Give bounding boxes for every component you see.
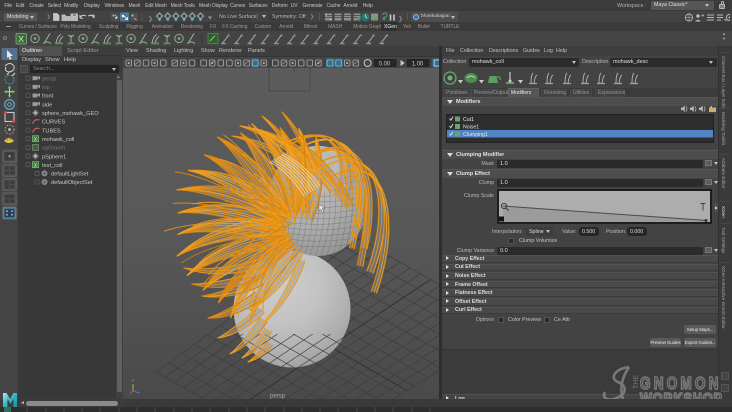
svg-text:side: side — [42, 102, 52, 108]
svg-text:pSphere1: pSphere1 — [42, 154, 66, 160]
svg-text:persp: persp — [42, 76, 56, 82]
svg-text:mohawk_coll: mohawk_coll — [42, 137, 74, 143]
svg-text:CURVES: CURVES — [42, 120, 65, 126]
svg-text:front: front — [42, 94, 54, 100]
svg-text:TUBES: TUBES — [42, 128, 61, 134]
svg-text:defaultLightSet: defaultLightSet — [51, 172, 89, 178]
svg-text:Noise1: Noise1 — [463, 125, 479, 131]
svg-text:THE: THE — [633, 375, 640, 389]
svg-text:test_coll: test_coll — [42, 163, 63, 169]
svg-text:sphere_mohawk_GEO: sphere_mohawk_GEO — [42, 111, 99, 117]
svg-text:defaultObjectSet: defaultObjectSet — [51, 180, 93, 186]
svg-text:Clumping1: Clumping1 — [463, 132, 488, 138]
svg-text:Cut1: Cut1 — [463, 117, 474, 123]
svg-text:X: X — [18, 34, 24, 44]
svg-text:top: top — [42, 85, 50, 91]
svg-text:xgGroom: xgGroom — [42, 146, 65, 152]
svg-text:0.00: 0.00 — [379, 61, 391, 67]
svg-text:1.00: 1.00 — [412, 61, 424, 67]
